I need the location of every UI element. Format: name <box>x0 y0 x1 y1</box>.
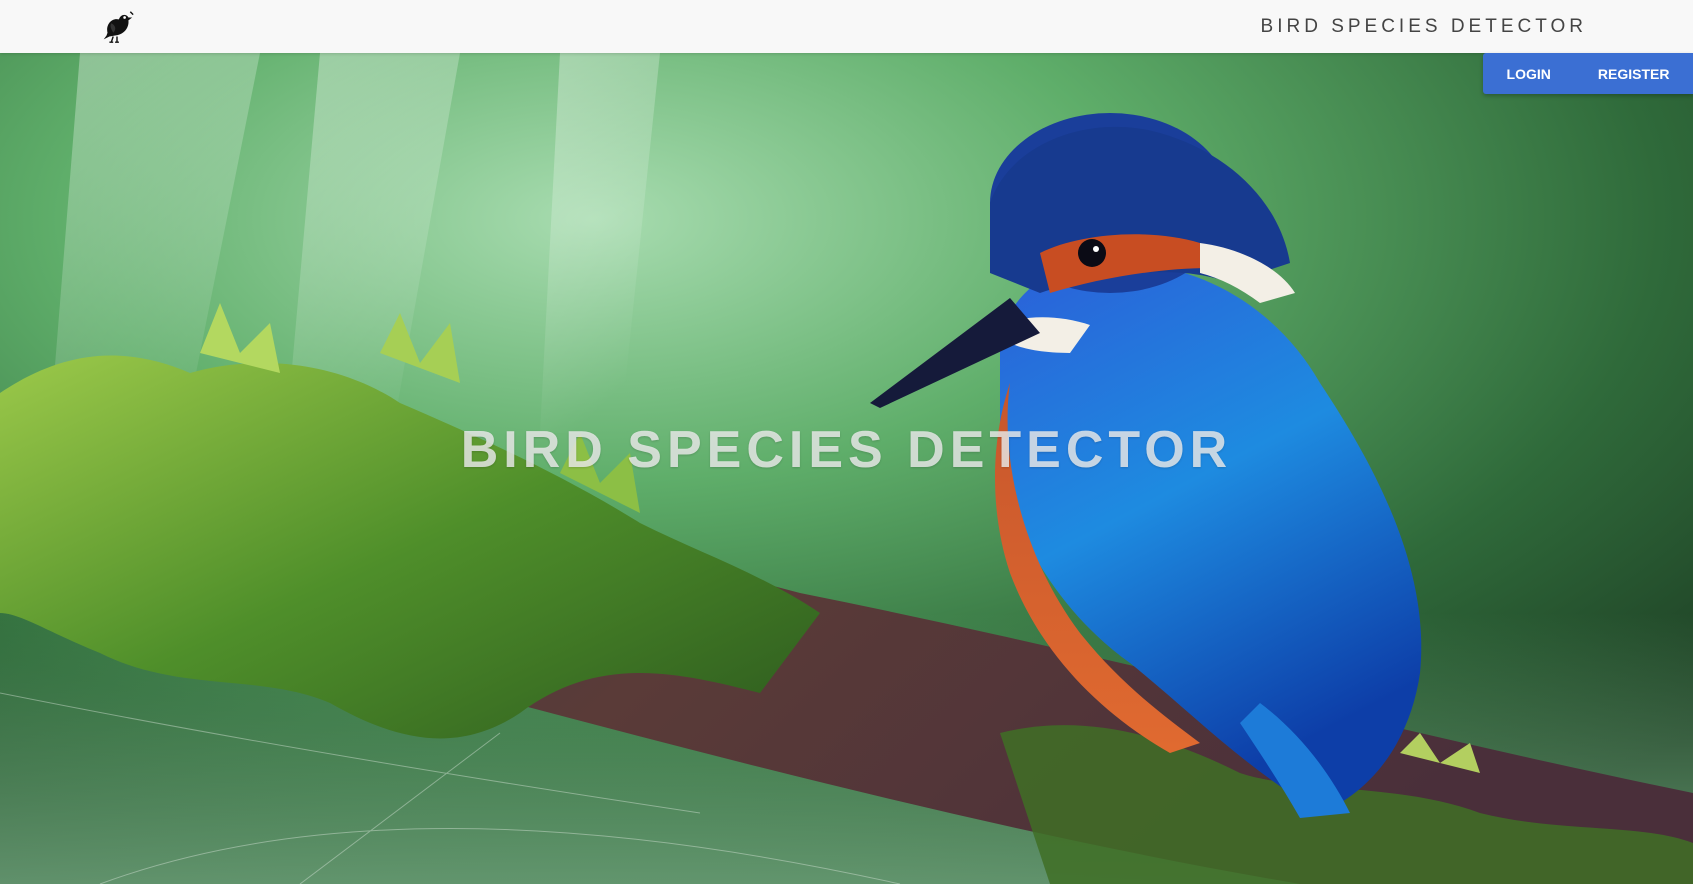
register-button[interactable]: REGISTER <box>1588 60 1680 88</box>
top-navbar: BIRD SPECIES DETECTOR <box>0 0 1693 53</box>
brand-title: BIRD SPECIES DETECTOR <box>1260 16 1587 37</box>
bird-icon[interactable] <box>98 8 136 46</box>
login-button[interactable]: LOGIN <box>1497 60 1561 88</box>
hero-banner: BIRD SPECIES DETECTOR <box>0 53 1693 884</box>
auth-button-bar: LOGIN REGISTER <box>1483 53 1693 94</box>
hero-title: BIRD SPECIES DETECTOR <box>460 421 1233 479</box>
